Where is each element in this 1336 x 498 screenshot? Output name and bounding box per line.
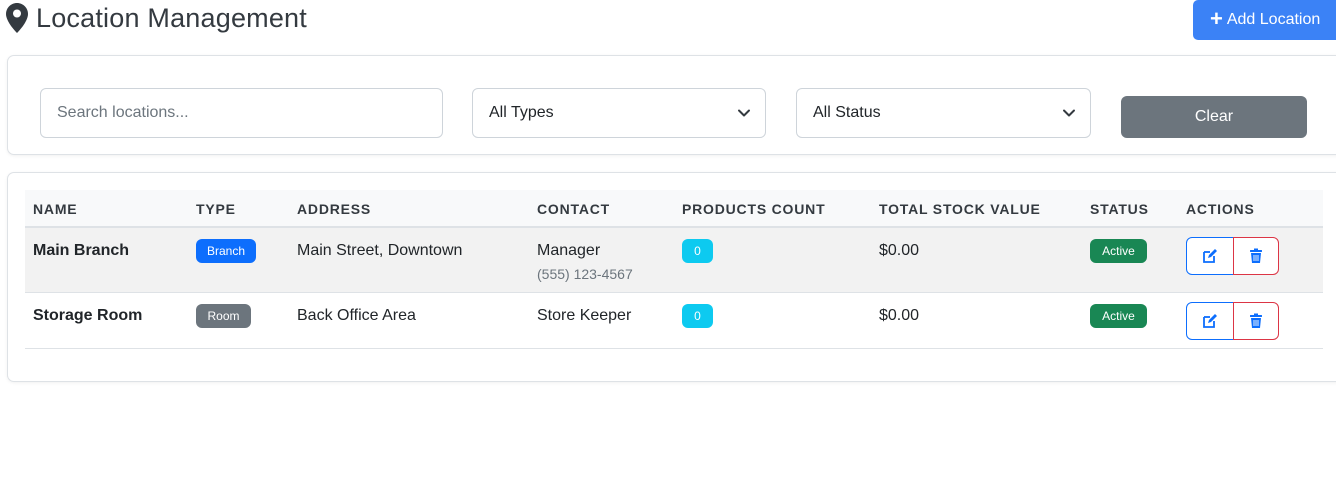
delete-button[interactable]: [1233, 237, 1279, 275]
add-location-label: Add Location: [1226, 11, 1321, 28]
location-address: Main Street, Downtown: [297, 242, 463, 259]
add-location-button[interactable]: + Add Location: [1193, 0, 1336, 40]
stock-value: $0.00: [879, 242, 920, 259]
location-name: Storage Room: [33, 307, 143, 324]
table-header: NAME TYPE ADDRESS CONTACT PRODUCTS COUNT…: [25, 190, 1323, 228]
trash-icon: [1250, 313, 1262, 328]
edit-button[interactable]: [1186, 237, 1234, 275]
delete-button[interactable]: [1233, 302, 1279, 340]
products-count-badge: 0: [682, 304, 713, 328]
stock-value: $0.00: [879, 307, 920, 324]
status-badge: Active: [1090, 239, 1147, 263]
edit-button[interactable]: [1186, 302, 1234, 340]
contact-cell: Store Keeper: [537, 307, 631, 325]
title-wrap: Location Management: [6, 2, 307, 34]
column-header-contact: CONTACT: [537, 201, 610, 217]
column-header-stock-value: TOTAL STOCK VALUE: [879, 201, 1041, 217]
contact-name: Manager: [537, 242, 601, 259]
row-actions: [1186, 302, 1279, 340]
type-filter-value: All Types: [489, 104, 554, 121]
type-badge: Room: [196, 304, 251, 328]
status-badge: Active: [1090, 304, 1147, 328]
page-header: Location Management + Add Location: [0, 0, 1336, 44]
location-name: Main Branch: [33, 242, 130, 259]
edit-icon: [1203, 314, 1217, 328]
contact-name: Store Keeper: [537, 307, 632, 324]
column-header-type: TYPE: [196, 201, 236, 217]
column-header-actions: ACTIONS: [1186, 201, 1255, 217]
contact-phone: (555) 123-4567: [537, 266, 633, 282]
trash-icon: [1250, 248, 1262, 263]
locations-table-card: NAME TYPE ADDRESS CONTACT PRODUCTS COUNT…: [7, 172, 1336, 382]
clear-button[interactable]: Clear: [1121, 96, 1307, 138]
location-address: Back Office Area: [297, 307, 416, 324]
type-badge: Branch: [196, 239, 256, 263]
column-header-address: ADDRESS: [297, 201, 372, 217]
page-title: Location Management: [36, 2, 307, 33]
plus-icon: +: [1210, 6, 1223, 31]
row-actions: [1186, 237, 1279, 275]
products-count-badge: 0: [682, 239, 713, 263]
type-filter-select[interactable]: All Types: [472, 88, 766, 138]
column-header-status: STATUS: [1090, 201, 1149, 217]
edit-icon: [1203, 249, 1217, 263]
table-row: Storage Room Room Back Office Area Store…: [25, 293, 1323, 349]
table-row: Main Branch Branch Main Street, Downtown…: [25, 228, 1323, 293]
status-filter-value: All Status: [813, 104, 881, 121]
search-input[interactable]: [40, 88, 443, 138]
chevron-down-icon: [1063, 109, 1075, 117]
filter-card: All Types All Status Clear: [7, 55, 1336, 155]
status-filter-select[interactable]: All Status: [796, 88, 1091, 138]
column-header-products-count: PRODUCTS COUNT: [682, 201, 826, 217]
column-header-name: NAME: [33, 201, 78, 217]
contact-cell: Manager (555) 123-4567: [537, 242, 633, 282]
chevron-down-icon: [738, 109, 750, 117]
map-pin-icon: [6, 3, 28, 33]
